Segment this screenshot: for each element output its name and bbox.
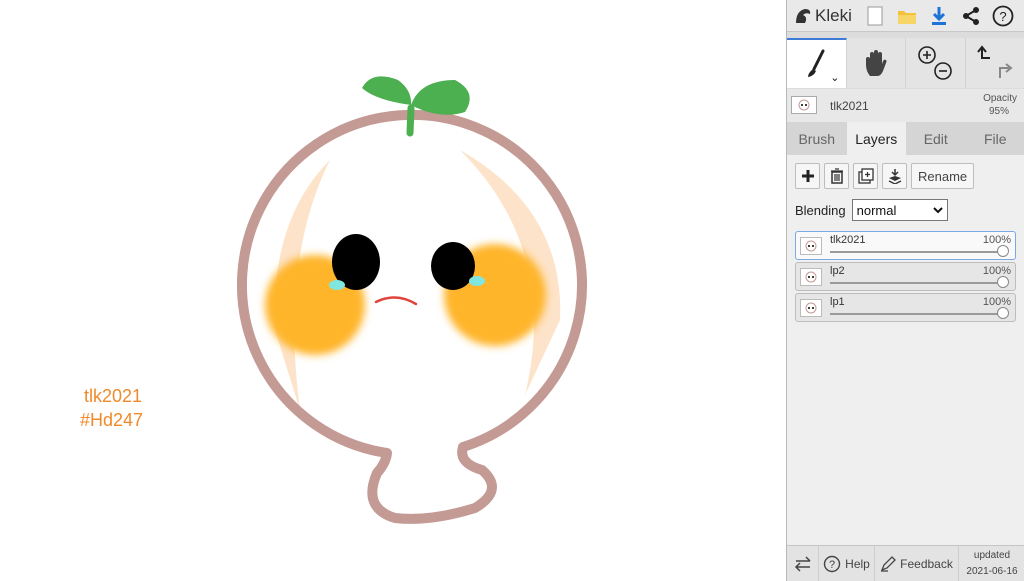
- folder-icon: [898, 10, 916, 24]
- opacity-value[interactable]: 95%: [989, 106, 1009, 117]
- layer-item[interactable]: lp2 100%: [795, 262, 1016, 291]
- hand-icon: [865, 50, 887, 76]
- add-layer-button[interactable]: [795, 163, 820, 189]
- layer-opacity: 100%: [982, 265, 1011, 277]
- trash-icon: [830, 168, 843, 184]
- blending-select[interactable]: normal: [851, 199, 948, 221]
- share-icon: [963, 6, 979, 25]
- feedback-button[interactable]: Feedback: [875, 545, 959, 581]
- zoom-icon[interactable]: [915, 43, 955, 83]
- slider-knob[interactable]: [997, 276, 1009, 288]
- layer-opacity-slider[interactable]: [830, 245, 1009, 257]
- brush-tool-button[interactable]: ⌄: [787, 38, 847, 88]
- app-logo[interactable]: Kleki: [787, 0, 859, 32]
- layer-opacity: 100%: [982, 296, 1011, 308]
- undo-redo-icon[interactable]: [974, 43, 1016, 83]
- merge-layer-button[interactable]: [882, 163, 907, 189]
- help-label: Help: [845, 556, 870, 571]
- brush-icon: [808, 49, 825, 77]
- layer-opacity: 100%: [982, 234, 1011, 246]
- layer-name: lp1: [830, 296, 845, 308]
- feedback-icon: [880, 555, 897, 572]
- swap-arrows-icon: [794, 555, 811, 572]
- question-icon: ?: [823, 555, 841, 572]
- tool-row: ⌄: [787, 38, 1024, 88]
- download-icon: [932, 6, 946, 25]
- tab-brush[interactable]: Brush: [787, 122, 847, 155]
- right-eye: [431, 242, 475, 290]
- blending-row: Blending normal: [795, 199, 948, 221]
- layer-thumbnail: [800, 237, 822, 255]
- current-layer-name: tlk2021: [830, 99, 869, 113]
- canvas-text-line2: #Hd247: [80, 410, 144, 430]
- download-button[interactable]: [923, 0, 955, 32]
- svg-text:?: ?: [829, 559, 835, 571]
- sprout-stem: [406, 104, 415, 137]
- layer-actions: Rename: [795, 163, 975, 189]
- slider-knob[interactable]: [997, 307, 1009, 319]
- layer-item[interactable]: tlk2021 100%: [795, 231, 1016, 260]
- merge-down-icon: [888, 169, 901, 184]
- layer-item[interactable]: lp1 100%: [795, 293, 1016, 322]
- current-layer-info: tlk2021 Opacity 95%: [787, 89, 1024, 122]
- layer-thumbnail: [800, 299, 822, 317]
- kleki-logo-icon: [796, 8, 811, 23]
- current-layer-thumbnail: [791, 96, 817, 114]
- canvas-drawing: [237, 76, 587, 524]
- bottom-bar: ? Help Feedback updated 2021-06-16: [787, 545, 1024, 581]
- rename-layer-button[interactable]: Rename: [911, 163, 975, 189]
- chevron-down-icon[interactable]: ⌄: [830, 71, 839, 84]
- layer-name: lp2: [830, 265, 845, 277]
- canvas-text-line1: tlk2021: [84, 386, 143, 406]
- layer-name: tlk2021: [830, 234, 866, 246]
- new-file-button[interactable]: [859, 0, 891, 32]
- left-leaf: [362, 76, 412, 105]
- zoom-buttons: [906, 38, 966, 88]
- opacity-label: Opacity: [983, 93, 1017, 104]
- swap-panel-button[interactable]: [787, 545, 819, 581]
- undo-redo-buttons: [966, 38, 1024, 88]
- top-toolbar: Kleki ?: [787, 0, 1024, 32]
- new-file-icon: [867, 6, 883, 25]
- open-file-button[interactable]: [891, 0, 923, 32]
- help-bottom-button[interactable]: ? Help: [819, 545, 875, 581]
- chevron-down-icon: [932, 207, 943, 214]
- duplicate-layer-button[interactable]: [853, 163, 878, 189]
- updated-label: updated: [973, 549, 1011, 561]
- slider-knob[interactable]: [997, 245, 1009, 257]
- layer-opacity-slider[interactable]: [830, 276, 1009, 288]
- delete-layer-button[interactable]: [824, 163, 849, 189]
- tab-edit[interactable]: Edit: [906, 122, 966, 155]
- tab-file[interactable]: File: [966, 122, 1024, 155]
- duplicate-icon: [857, 168, 874, 184]
- blending-label: Blending: [795, 202, 846, 218]
- layer-thumbnail: [800, 268, 822, 286]
- app-name: Kleki: [815, 5, 852, 25]
- drawing-canvas[interactable]: tlk2021 #Hd247: [0, 0, 786, 581]
- left-tear: [329, 280, 345, 290]
- updated-info[interactable]: updated 2021-06-16: [959, 546, 1024, 581]
- frown-mouth: [374, 296, 418, 306]
- tab-layers[interactable]: Layers: [846, 122, 906, 155]
- layers-tab-content: Rename Blending normal tlk2021 100% lp2 …: [787, 155, 1024, 545]
- question-icon: ?: [992, 5, 1014, 26]
- panel-tabs: Brush Layers Edit File: [787, 122, 1024, 155]
- right-tear: [469, 276, 485, 286]
- right-leaf: [411, 80, 470, 115]
- share-button[interactable]: [955, 0, 987, 32]
- plus-icon: [801, 170, 814, 182]
- layer-opacity-slider[interactable]: [830, 307, 1009, 319]
- blending-value: normal: [856, 202, 897, 218]
- hand-tool-button[interactable]: [847, 38, 906, 88]
- svg-text:?: ?: [999, 9, 1006, 24]
- help-button[interactable]: ?: [987, 0, 1019, 32]
- feedback-label: Feedback: [900, 556, 953, 571]
- updated-date: 2021-06-16: [966, 565, 1018, 577]
- side-panel: Kleki ? ⌄ tlk2021 Opacity 95% Brush Laye…: [786, 0, 1024, 581]
